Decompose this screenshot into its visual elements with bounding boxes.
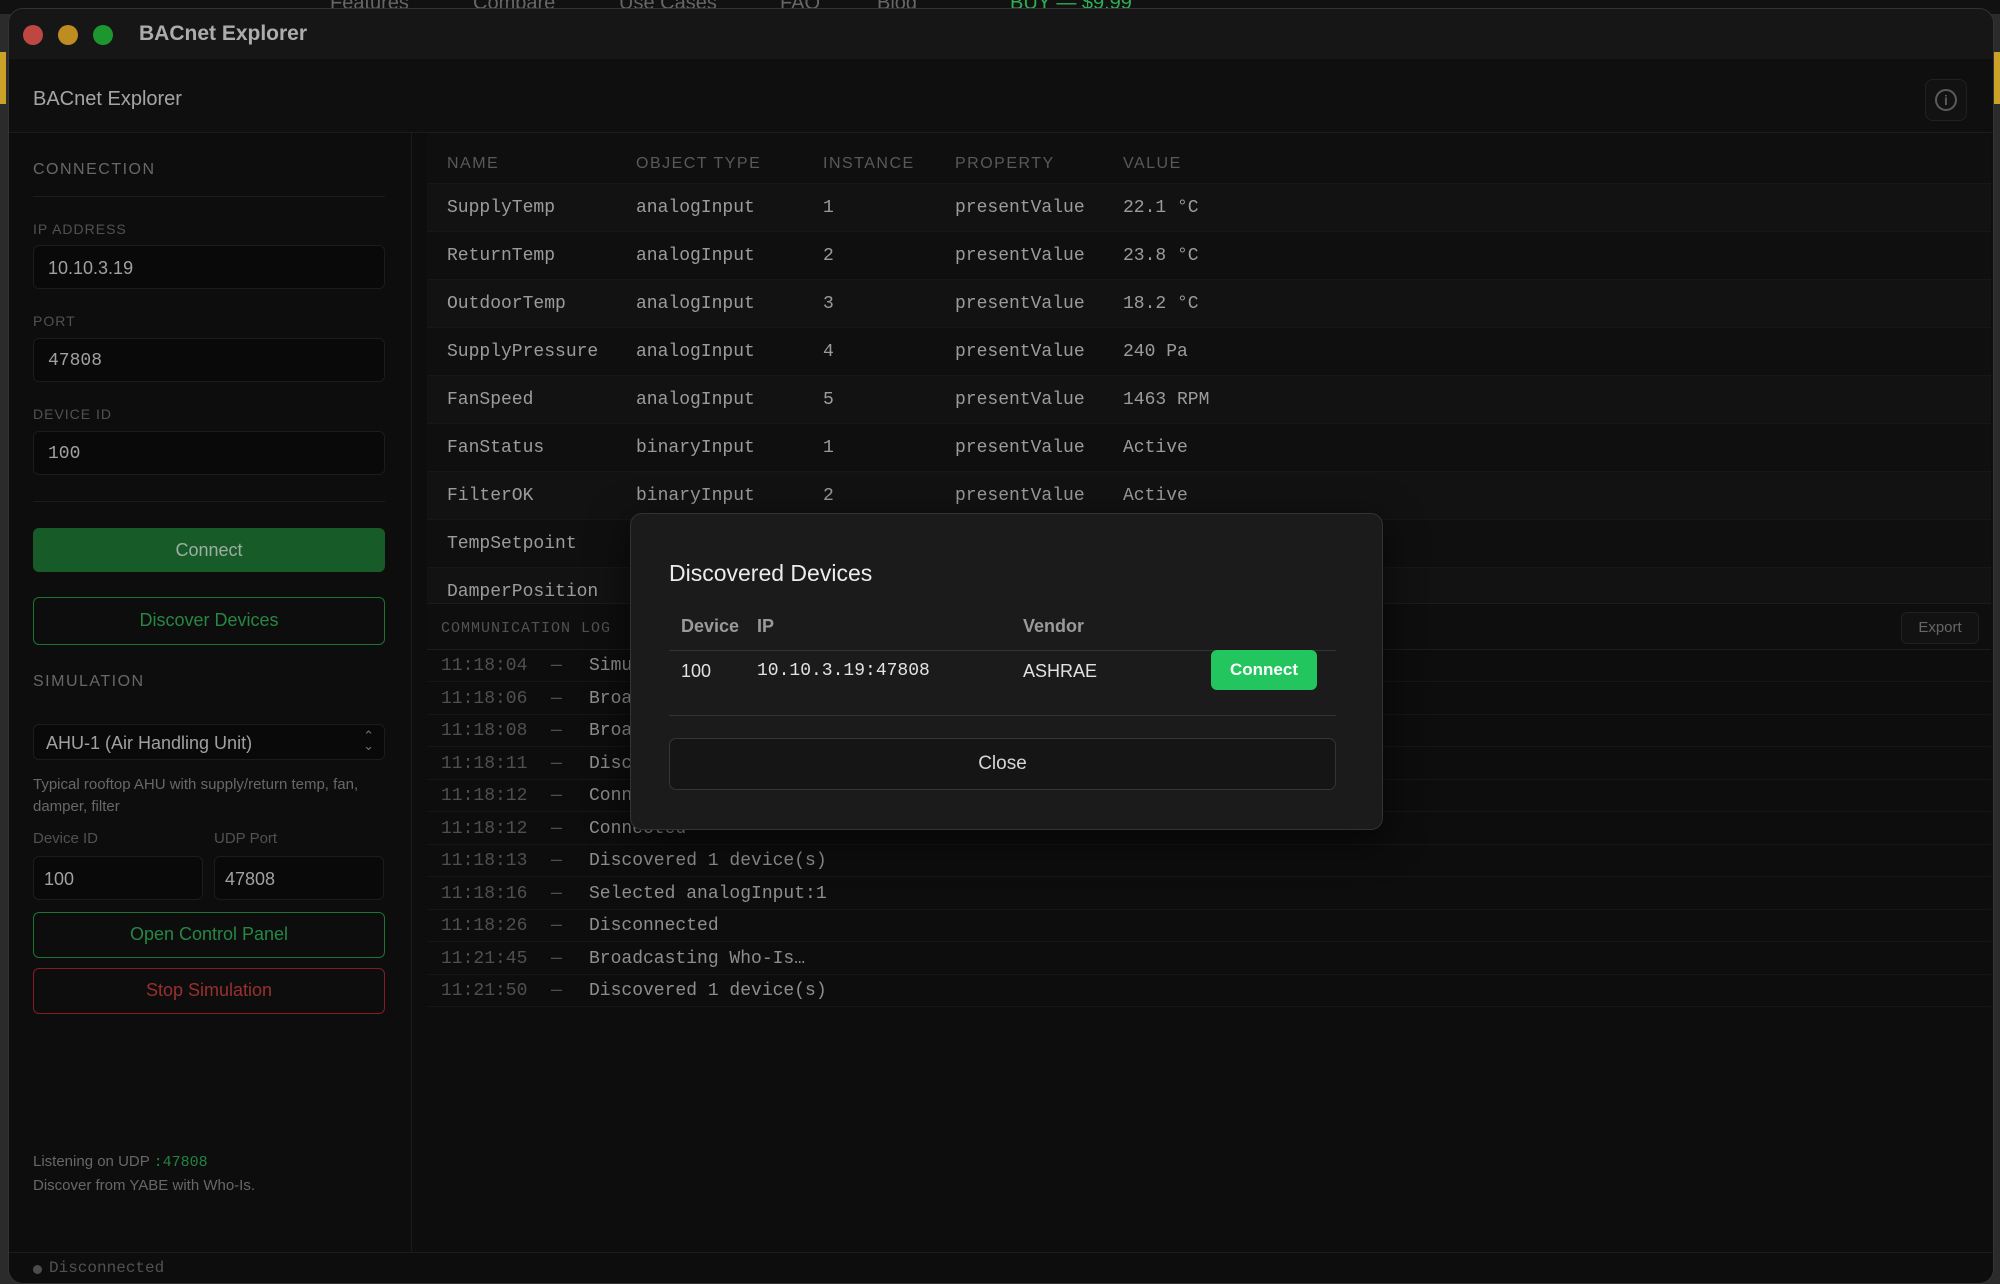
dialog-close-button[interactable]: Close [669, 738, 1336, 790]
divider [669, 715, 1336, 716]
device-id-cell: 100 [681, 661, 712, 681]
device-ip-cell: 10.10.3.19:47808 [757, 661, 930, 681]
dialog-title: Discovered Devices [669, 560, 873, 586]
dialog-header-vendor: Vendor [1023, 616, 1085, 636]
dialog-header-device: Device [681, 616, 740, 636]
device-vendor-cell: ASHRAE [1023, 661, 1098, 681]
bg-accent-right [1994, 52, 2000, 104]
dialog-header-ip: IP [757, 616, 775, 636]
app-window: BACnet Explorer BACnet Explorer i CONNEC… [9, 9, 1993, 1283]
discovered-devices-dialog: Discovered Devices Device IP Vendor 100 … [630, 513, 1383, 830]
bg-accent-left [0, 52, 6, 104]
dialog-connect-button[interactable]: Connect [1211, 650, 1317, 690]
